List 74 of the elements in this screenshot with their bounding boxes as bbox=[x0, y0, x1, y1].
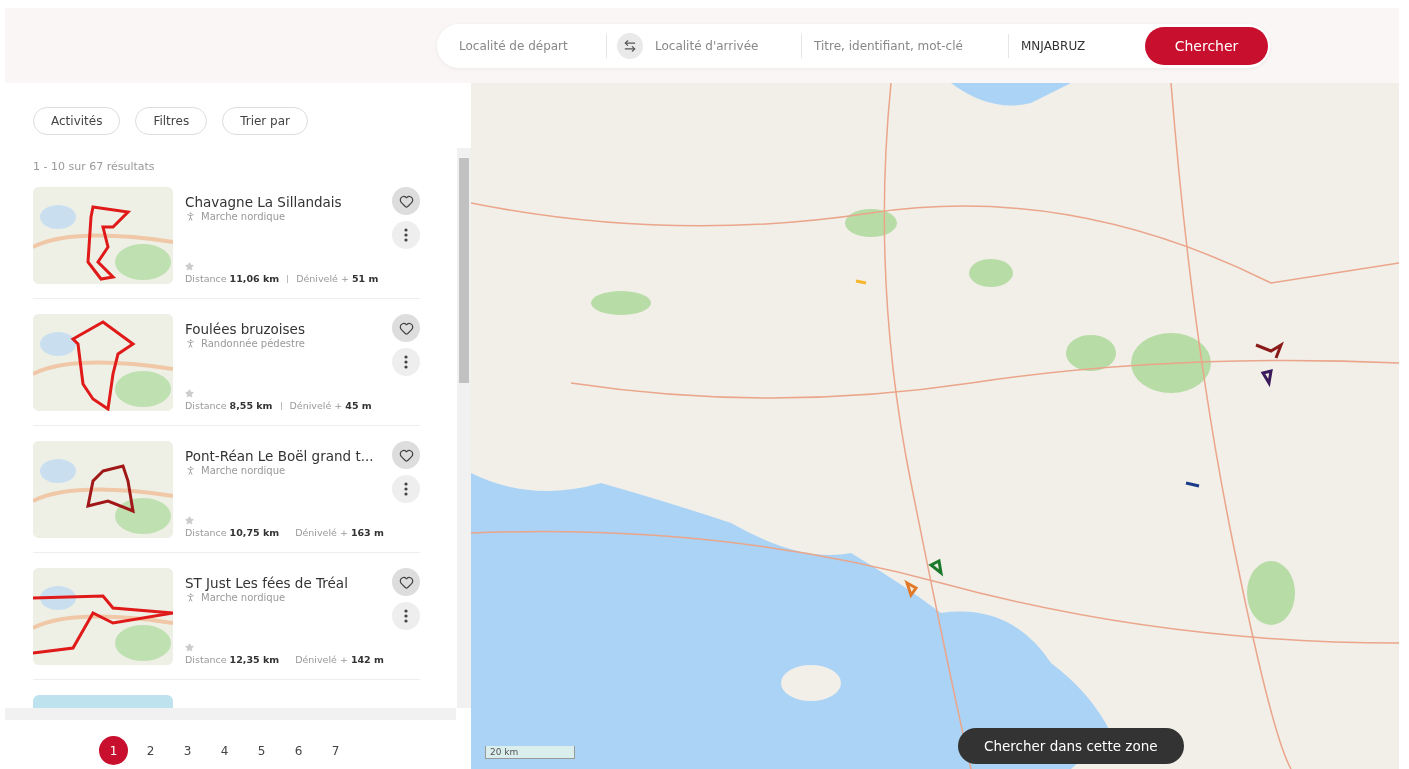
filter-chip[interactable]: Activités bbox=[33, 107, 121, 135]
more-button[interactable] bbox=[392, 475, 420, 503]
favorite-button[interactable] bbox=[392, 441, 420, 469]
route-title: Chavagne La Sillandais bbox=[185, 193, 343, 211]
page-button[interactable]: 4 bbox=[210, 736, 239, 765]
more-button[interactable] bbox=[392, 602, 420, 630]
more-icon bbox=[404, 609, 408, 623]
more-button[interactable] bbox=[392, 348, 420, 376]
favorite-button[interactable] bbox=[392, 314, 420, 342]
arrival-field[interactable]: Localité d'arrivée bbox=[643, 33, 801, 58]
page-button[interactable]: 1 bbox=[99, 736, 128, 765]
route-title: ST Just Les fées de Tréal bbox=[185, 574, 349, 592]
distance-label: Distance bbox=[185, 400, 227, 411]
elevation-value: 163 m bbox=[350, 527, 384, 538]
walker-icon bbox=[185, 592, 196, 603]
activity-label: Randonnée pédestre bbox=[201, 338, 305, 349]
heart-icon bbox=[398, 447, 414, 463]
map-scale: 20 km bbox=[485, 746, 575, 759]
departure-field[interactable]: Localité de départ bbox=[447, 33, 606, 58]
star-icon bbox=[185, 643, 194, 652]
swap-icon bbox=[623, 38, 637, 53]
elevation-value: 142 m bbox=[350, 654, 384, 665]
search-button[interactable]: Chercher bbox=[1145, 26, 1268, 65]
results-count: 1 - 10 sur 67 résultats bbox=[33, 160, 156, 173]
page-button[interactable]: 3 bbox=[173, 736, 202, 765]
result-card[interactable]: Chavagne La Sillandais Marche nordique Distance 11,06 km Dénivelé + 51 m bbox=[33, 187, 420, 299]
filter-chip[interactable]: Trier par bbox=[222, 107, 308, 135]
distance-label: Distance bbox=[185, 273, 227, 284]
keyword-field[interactable]: Titre, identifiant, mot-clé bbox=[802, 33, 1008, 58]
map-drawing[interactable] bbox=[471, 83, 1399, 769]
more-icon bbox=[404, 482, 408, 496]
page-button[interactable]: 6 bbox=[284, 736, 313, 765]
page-button[interactable]: 7 bbox=[321, 736, 350, 765]
heart-icon bbox=[398, 320, 414, 336]
distance-label: Distance bbox=[185, 527, 227, 538]
vertical-scrollbar[interactable] bbox=[457, 148, 471, 708]
result-card[interactable]: ST Just Les fées de Tréal Marche nordique Distance 12,35 km Dénivelé + 142 m bbox=[33, 568, 420, 680]
distance-value: 8,55 km bbox=[229, 400, 273, 411]
favorite-button[interactable] bbox=[392, 568, 420, 596]
result-card[interactable]: Foulées bruzoises Randonnée pédestre Distance 8,55 km Dénivelé + 45 m bbox=[33, 314, 420, 426]
activity-label: Marche nordique bbox=[201, 465, 286, 476]
elevation-label: Dénivelé + bbox=[295, 654, 348, 665]
elevation-label: Dénivelé + bbox=[295, 527, 348, 538]
page-button[interactable]: 5 bbox=[247, 736, 276, 765]
route-title: Pont-Réan Le Boël grand t... bbox=[185, 447, 375, 465]
walker-icon bbox=[185, 338, 196, 349]
elevation-value: 51 m bbox=[351, 273, 379, 284]
favorite-button[interactable] bbox=[392, 187, 420, 215]
walker-icon bbox=[185, 465, 196, 476]
star-icon bbox=[185, 262, 194, 271]
activity-label: Marche nordique bbox=[201, 211, 286, 222]
walker-icon bbox=[185, 211, 196, 222]
page-button[interactable]: 2 bbox=[136, 736, 165, 765]
distance-value: 10,75 km bbox=[229, 527, 280, 538]
more-icon bbox=[404, 355, 408, 369]
code-field[interactable]: MNJABRUZ bbox=[1009, 33, 1133, 58]
elevation-value: 45 m bbox=[345, 400, 372, 411]
elevation-label: Dénivelé + bbox=[289, 400, 343, 411]
filter-chip[interactable]: Filtres bbox=[135, 107, 208, 135]
heart-icon bbox=[398, 574, 414, 590]
star-icon bbox=[185, 516, 194, 525]
swap-button[interactable] bbox=[617, 32, 643, 59]
search-area-button[interactable]: Chercher dans cette zone bbox=[958, 728, 1184, 764]
star-icon bbox=[185, 389, 194, 398]
distance-label: Distance bbox=[185, 654, 227, 665]
route-title: Foulées bruzoises bbox=[185, 320, 306, 338]
more-button[interactable] bbox=[392, 221, 420, 249]
elevation-label: Dénivelé + bbox=[296, 273, 349, 284]
result-card[interactable]: Pont-Réan Le Boël grand t... Marche nordique Distance 10,75 km Dénivelé + 163 m bbox=[33, 441, 420, 553]
heart-icon bbox=[398, 193, 414, 209]
distance-value: 11,06 km bbox=[229, 273, 280, 284]
activity-label: Marche nordique bbox=[201, 592, 286, 603]
more-icon bbox=[404, 228, 408, 242]
distance-value: 12,35 km bbox=[229, 654, 280, 665]
